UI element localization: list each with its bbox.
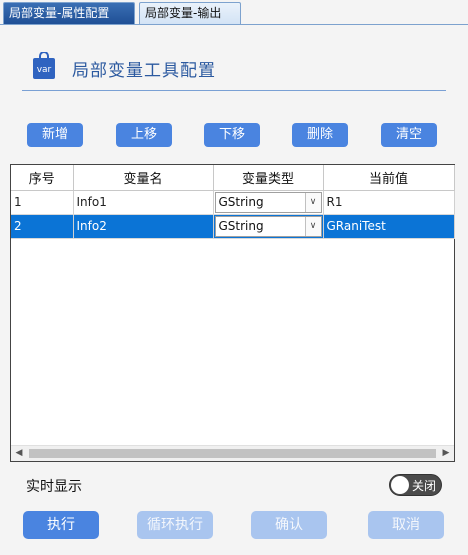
tab-output[interactable]: 局部变量-输出 <box>139 2 241 24</box>
table-row[interactable]: 1 Info1 GString ∨ R1 <box>11 190 455 215</box>
type-select-value: GString <box>218 218 264 233</box>
type-select[interactable]: GString ∨ <box>214 215 322 237</box>
variable-table: 序号 变量名 变量类型 当前值 1 Info1 GString ∨ R1 2 I… <box>10 164 455 462</box>
scroll-left-icon[interactable]: ◀ <box>11 446 27 461</box>
cell-value[interactable]: GRaniTest <box>323 214 455 239</box>
variable-icon-text: var <box>37 65 52 75</box>
clear-button[interactable]: 清空 <box>381 123 437 147</box>
column-header-value[interactable]: 当前值 <box>323 165 455 191</box>
cell-type: GString ∨ <box>213 190 324 215</box>
cell-name[interactable]: Info1 <box>73 190 214 215</box>
chevron-down-icon[interactable]: ∨ <box>304 216 321 236</box>
column-header-type[interactable]: 变量类型 <box>213 165 324 191</box>
add-button[interactable]: 新增 <box>27 123 83 147</box>
type-select[interactable]: GString ∨ <box>214 191 322 213</box>
tab-bar: 局部变量-属性配置 局部变量-输出 <box>0 0 468 26</box>
horizontal-scrollbar[interactable]: ◀ ▶ <box>11 445 454 461</box>
column-header-name[interactable]: 变量名 <box>73 165 214 191</box>
variable-bag-icon: var <box>33 52 55 79</box>
execute-button[interactable]: 执行 <box>23 511 99 539</box>
cell-index: 2 <box>11 214 74 239</box>
cell-name[interactable]: Info2 <box>73 214 214 239</box>
cancel-button[interactable]: 取消 <box>368 511 444 539</box>
delete-button[interactable]: 删除 <box>292 123 348 147</box>
toggle-knob <box>391 476 409 494</box>
chevron-down-icon[interactable]: ∨ <box>304 192 321 212</box>
type-select-value: GString <box>218 194 264 209</box>
confirm-button[interactable]: 确认 <box>251 511 327 539</box>
column-header-index[interactable]: 序号 <box>11 165 74 191</box>
realtime-display-label: 实时显示 <box>26 479 82 495</box>
table-row[interactable]: 2 Info2 GString ∨ GRaniTest <box>11 214 455 239</box>
realtime-toggle[interactable]: 关闭 <box>389 474 442 496</box>
move-down-button[interactable]: 下移 <box>204 123 260 147</box>
table-header-row: 序号 变量名 变量类型 当前值 <box>11 165 455 191</box>
scroll-right-icon[interactable]: ▶ <box>438 446 454 461</box>
loop-execute-button[interactable]: 循环执行 <box>137 511 213 539</box>
page-title: 局部变量工具配置 <box>72 61 216 81</box>
cell-value[interactable]: R1 <box>323 190 455 215</box>
scrollbar-thumb[interactable] <box>29 449 436 458</box>
header-divider <box>22 90 446 91</box>
cell-type: GString ∨ <box>213 214 324 239</box>
cell-index: 1 <box>11 190 74 215</box>
move-up-button[interactable]: 上移 <box>116 123 172 147</box>
toggle-state-label: 关闭 <box>412 479 437 493</box>
tab-property-config[interactable]: 局部变量-属性配置 <box>3 2 135 24</box>
